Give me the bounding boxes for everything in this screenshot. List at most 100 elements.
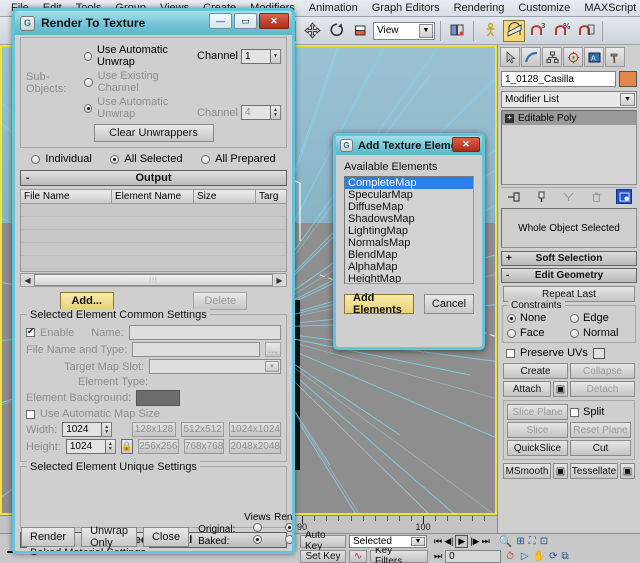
- select-and-manipulate-icon[interactable]: [479, 20, 501, 42]
- chevron-down-icon[interactable]: ▼: [271, 49, 281, 64]
- minimize-button[interactable]: —: [209, 13, 232, 29]
- play-animation-icon[interactable]: ▶: [455, 535, 468, 548]
- lock-aspect-ratio-icon[interactable]: 🔒: [121, 439, 133, 454]
- name-field[interactable]: [129, 325, 281, 340]
- use-center-flyout-icon[interactable]: [446, 20, 468, 42]
- browse-file-button[interactable]: ...: [265, 342, 281, 357]
- zoom-extents-icon[interactable]: ⛶: [529, 536, 536, 547]
- constraint-option-face[interactable]: Face: [507, 327, 568, 339]
- output-grid-hscrollbar[interactable]: ◀ ⦙⦙⦙ ▶: [20, 273, 287, 287]
- checkbox-icon[interactable]: [506, 349, 515, 358]
- spinner-arrows-icon[interactable]: ▲▼: [102, 422, 112, 437]
- height-spinner[interactable]: 1024 ▲▼: [66, 439, 116, 454]
- close-button[interactable]: ✕: [259, 13, 289, 29]
- size-preset-256[interactable]: 256x256: [138, 439, 179, 454]
- zoom-all-icon[interactable]: ⊞: [516, 536, 524, 547]
- display-tab-icon[interactable]: A: [584, 47, 604, 67]
- time-configuration-icon[interactable]: ⏱: [506, 551, 514, 562]
- msmooth-button[interactable]: MSmooth: [503, 463, 551, 479]
- attach-button[interactable]: Attach: [503, 381, 551, 397]
- radio-icon[interactable]: [507, 314, 516, 323]
- close-button-footer[interactable]: Close: [143, 527, 189, 547]
- zoom-icon[interactable]: 🔍: [499, 535, 513, 548]
- list-item[interactable]: LightingMap: [345, 225, 473, 237]
- utilities-tab-hammer-icon[interactable]: [605, 47, 625, 67]
- list-item[interactable]: HeightMap: [345, 273, 473, 284]
- preserve-uvs-row[interactable]: Preserve UVs: [506, 347, 632, 359]
- use-automatic-unwrap-option-sub[interactable]: Use Automatic Unwrap: [84, 96, 192, 120]
- orbit-icon[interactable]: ⟳: [549, 551, 557, 562]
- table-row[interactable]: [21, 217, 286, 230]
- split-checkbox-row[interactable]: Split: [570, 406, 631, 418]
- chevron-down-icon[interactable]: ▼: [419, 24, 433, 38]
- remove-modifier-trash-icon[interactable]: [589, 189, 605, 204]
- pin-stack-icon[interactable]: [506, 189, 522, 204]
- constraint-option-edge[interactable]: Edge: [570, 312, 631, 324]
- render-button[interactable]: Render: [21, 527, 75, 547]
- table-row[interactable]: [21, 230, 286, 243]
- zoom-region-icon[interactable]: ⊡: [540, 536, 548, 547]
- radio-icon[interactable]: [507, 329, 516, 338]
- selection-set-combo[interactable]: Selected ▼: [349, 535, 427, 548]
- maximize-viewport-toggle-icon[interactable]: ⧉: [561, 551, 568, 562]
- table-row[interactable]: [21, 204, 286, 217]
- radio-icon[interactable]: [570, 314, 579, 323]
- checkbox-icon[interactable]: [570, 408, 579, 417]
- menu-item-customize[interactable]: Customize: [511, 1, 577, 15]
- rollout-edit-geometry[interactable]: - Edit Geometry: [501, 268, 637, 283]
- file-name-field[interactable]: [132, 342, 260, 357]
- reset-plane-button[interactable]: Reset Plane: [570, 422, 631, 438]
- object-name-field[interactable]: 1_0128_Casilla: [501, 71, 616, 87]
- auto-key-button[interactable]: Auto Key: [300, 535, 346, 548]
- close-button[interactable]: ✕: [452, 137, 480, 152]
- cut-button[interactable]: Cut: [570, 440, 631, 456]
- previous-frame-icon[interactable]: ◀|: [444, 536, 453, 547]
- make-unique-icon[interactable]: [561, 189, 577, 204]
- menu-item-maxscript[interactable]: MAXScript: [577, 1, 640, 15]
- available-elements-listbox[interactable]: CompleteMap SpecularMap DiffuseMap Shado…: [344, 176, 474, 284]
- chevron-down-icon[interactable]: ▼: [620, 93, 635, 106]
- modifier-stack[interactable]: + Editable Poly: [501, 110, 637, 185]
- original-render-radio-icon[interactable]: [285, 523, 294, 532]
- add-texture-elements-titlebar[interactable]: G Add Texture Eleme... ✕: [336, 136, 482, 155]
- attach-settings-icon[interactable]: ▣: [553, 381, 568, 397]
- delete-button[interactable]: Delete: [193, 292, 247, 310]
- rollout-soft-selection[interactable]: + Soft Selection: [501, 251, 637, 266]
- spinner-arrows-icon[interactable]: ▲▼: [271, 105, 281, 120]
- create-button[interactable]: Create: [503, 363, 568, 379]
- clear-unwrappers-button[interactable]: Clear Unwrappers: [94, 124, 214, 142]
- constraint-option-normal[interactable]: Normal: [570, 327, 631, 339]
- rollout-output[interactable]: - Output: [20, 170, 287, 186]
- pan-view-icon[interactable]: ✋: [533, 551, 545, 562]
- list-item[interactable]: SpecularMap: [345, 189, 473, 201]
- constraint-option-none[interactable]: None: [507, 312, 568, 324]
- create-tab-arrow-icon[interactable]: [500, 47, 520, 67]
- snaps-toggle-icon[interactable]: [503, 20, 525, 42]
- list-item[interactable]: AlphaMap: [345, 261, 473, 273]
- width-spinner[interactable]: 1024 ▲▼: [62, 422, 112, 437]
- tessellate-button[interactable]: Tessellate: [570, 463, 618, 479]
- chevron-down-icon[interactable]: ▼: [265, 361, 279, 372]
- radio-icon[interactable]: [31, 155, 40, 164]
- collapse-button[interactable]: Collapse: [570, 363, 635, 379]
- radio-icon[interactable]: [110, 155, 119, 164]
- radio-icon[interactable]: [84, 78, 92, 87]
- angle-snap-toggle-icon[interactable]: 3: [527, 20, 549, 42]
- hierarchy-tab-icon[interactable]: [542, 47, 562, 67]
- scrollbar-thumb[interactable]: ⦙⦙⦙: [34, 274, 273, 286]
- motion-tab-icon[interactable]: [563, 47, 583, 67]
- scope-all-selected-option[interactable]: All Selected: [110, 153, 182, 165]
- object-color-swatch[interactable]: [619, 71, 637, 87]
- column-element-name[interactable]: Element Name: [112, 189, 194, 204]
- scroll-right-icon[interactable]: ▶: [273, 274, 286, 286]
- configure-modifier-sets-icon[interactable]: [616, 189, 632, 204]
- spinner-arrows-icon[interactable]: ▲▼: [106, 439, 116, 454]
- table-row[interactable]: [21, 243, 286, 256]
- select-and-move-icon[interactable]: [301, 20, 323, 42]
- render-to-texture-window[interactable]: G Render To Texture — ▭ ✕ Use Automatic …: [12, 8, 295, 554]
- add-texture-elements-dialog[interactable]: G Add Texture Eleme... ✕ Available Eleme…: [333, 133, 485, 350]
- radio-icon[interactable]: [84, 52, 92, 61]
- column-size[interactable]: Size: [194, 189, 256, 204]
- next-frame-icon[interactable]: |▶: [470, 536, 479, 547]
- key-curve-icon[interactable]: ∿: [349, 550, 367, 563]
